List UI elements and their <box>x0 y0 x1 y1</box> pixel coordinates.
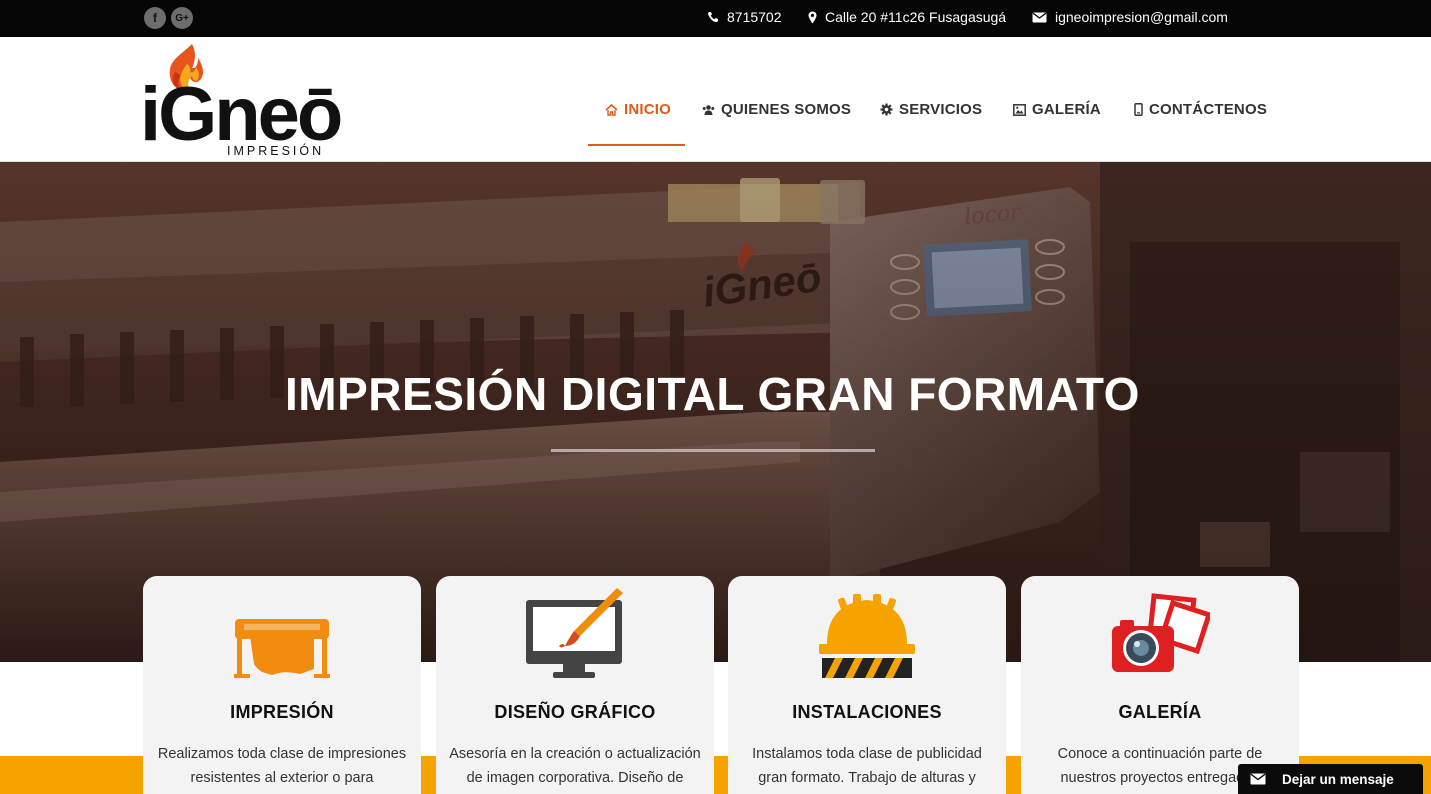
hard-hat-icon <box>819 594 915 678</box>
site-header: iGneō IMPRESIÓN INICIO QUIENES SOMOS SER… <box>0 37 1431 162</box>
image-icon <box>1013 103 1026 116</box>
service-card-galeria[interactable]: GALERÍA Conoce a continuación parte de n… <box>1021 576 1299 794</box>
map-marker-icon <box>808 11 817 23</box>
card-text-instalaciones: Instalamos toda clase de publicidad gran… <box>752 746 982 786</box>
phone-contact: 8715702 <box>707 9 782 25</box>
envelope-icon <box>1032 12 1047 22</box>
phone-icon <box>708 12 718 22</box>
email-contact[interactable]: igneoimpresion@gmail.com <box>1032 9 1228 25</box>
address-text: Calle 20 #11c26 Fusagasugá <box>825 9 1007 25</box>
card-title-diseno-grafico: DISEÑO GRÁFICO <box>494 702 656 722</box>
home-icon <box>605 103 618 116</box>
chat-label: Dejar un mensaje <box>1282 771 1394 787</box>
nav-item-contactenos[interactable]: CONTÁCTENOS <box>1134 101 1267 118</box>
top-bar: f G+ 8715702 Calle 20 #11c26 Fusagasugá … <box>0 0 1431 37</box>
nav-item-quienes-somos[interactable]: QUIENES SOMOS <box>702 101 851 118</box>
nav-label-servicios: SERVICIOS <box>899 101 983 118</box>
facebook-icon[interactable]: f <box>144 7 166 29</box>
chat-widget-button[interactable]: Dejar un mensaje <box>1238 764 1423 794</box>
card-text-impresion: Realizamos toda clase de impresiones res… <box>157 746 407 786</box>
nav-label-galeria: GALERÍA <box>1032 101 1101 118</box>
phone-number: 8715702 <box>727 9 782 25</box>
logo-tagline-text: IMPRESIÓN <box>227 143 324 157</box>
gear-icon <box>880 103 893 116</box>
users-icon <box>702 104 715 115</box>
card-title-impresion: IMPRESIÓN <box>230 702 334 722</box>
nav-item-galeria[interactable]: GALERÍA <box>1013 101 1101 118</box>
nav-item-inicio[interactable]: INICIO <box>605 101 671 118</box>
address-contact: Calle 20 #11c26 Fusagasugá <box>808 9 1006 25</box>
envelope-icon <box>1250 773 1266 785</box>
hero-title: IMPRESIÓN DIGITAL GRAN FORMATO <box>285 368 1140 420</box>
mobile-icon <box>1134 103 1143 116</box>
card-text-diseno-grafico: Asesoría en la creación o actualización … <box>449 746 701 786</box>
printer-icon <box>234 619 330 678</box>
hero-divider <box>551 449 875 452</box>
camera-photos-icon <box>1112 593 1210 672</box>
igneo-logo[interactable]: iGneō IMPRESIÓN <box>140 42 350 157</box>
email-text[interactable]: igneoimpresion@gmail.com <box>1055 9 1228 25</box>
card-title-instalaciones: INSTALACIONES <box>792 702 942 722</box>
card-title-galeria: GALERÍA <box>1118 702 1202 722</box>
nav-label-contactenos: CONTÁCTENOS <box>1149 101 1268 118</box>
active-nav-indicator <box>588 144 685 146</box>
nav-item-servicios[interactable]: SERVICIOS <box>880 101 982 118</box>
service-card-impresion[interactable]: IMPRESIÓN Realizamos toda clase de impre… <box>143 576 421 794</box>
service-card-instalaciones[interactable]: INSTALACIONES Instalamos toda clase de p… <box>728 576 1006 794</box>
service-card-diseno-grafico[interactable]: DISEÑO GRÁFICO Asesoría en la creación o… <box>436 576 714 794</box>
google-plus-icon[interactable]: G+ <box>171 7 193 29</box>
nav-label-quienes-somos: QUIENES SOMOS <box>721 101 852 118</box>
monitor-brush-icon <box>526 588 623 678</box>
nav-label-inicio: INICIO <box>624 101 672 118</box>
